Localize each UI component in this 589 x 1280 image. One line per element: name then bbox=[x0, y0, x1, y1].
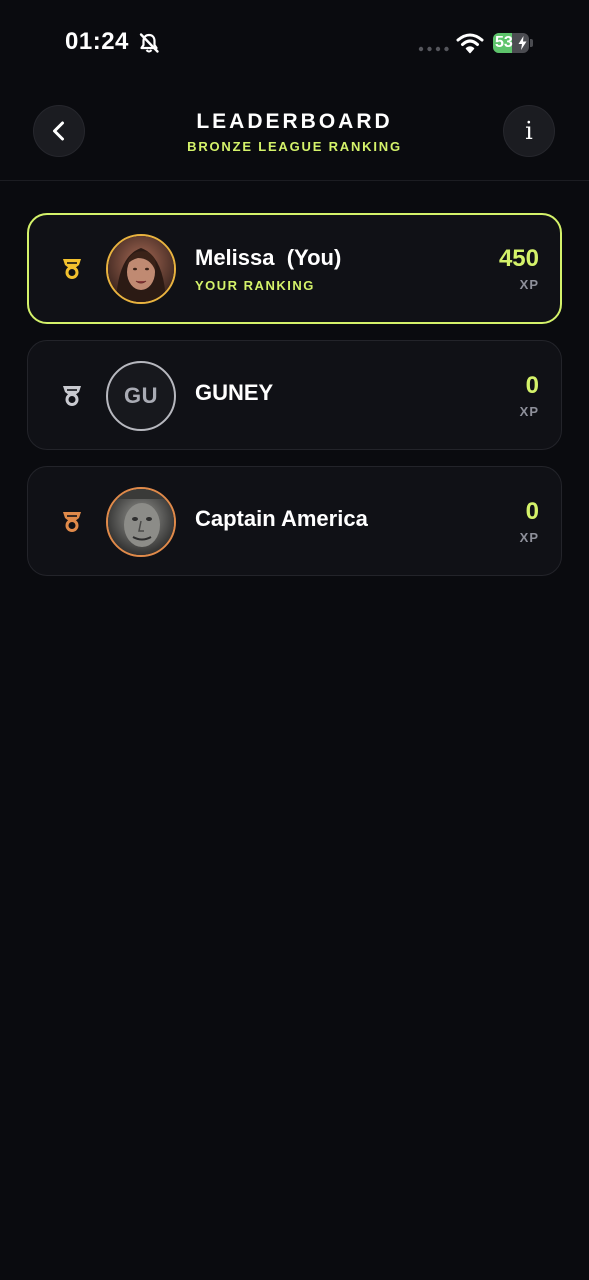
leaderboard-row[interactable]: GU GUNEY 0 XP bbox=[27, 340, 562, 450]
xp-unit: XP bbox=[519, 530, 539, 545]
header: LEADERBOARD BRONZE LEAGUE RANKING i bbox=[0, 88, 589, 181]
your-ranking-label: YOUR RANKING bbox=[195, 278, 315, 293]
xp-unit: XP bbox=[519, 277, 539, 292]
medal-icon bbox=[63, 259, 81, 279]
battery-charging-icon bbox=[518, 36, 527, 50]
status-time: 01:24 bbox=[65, 28, 129, 55]
avatar-initials: GU bbox=[124, 383, 158, 408]
avatar bbox=[106, 487, 176, 557]
player-name: Melissa (You) bbox=[195, 245, 342, 270]
battery-cap bbox=[530, 39, 533, 47]
leaderboard-row-you[interactable]: Melissa (You) YOUR RANKING 450 XP bbox=[27, 213, 562, 324]
xp-value: 0 bbox=[525, 372, 539, 399]
xp-value: 450 bbox=[498, 245, 539, 272]
xp-unit: XP bbox=[519, 404, 539, 419]
wifi-icon bbox=[456, 33, 484, 54]
battery-indicator: 53 bbox=[493, 33, 529, 53]
status-bar: 01:24 53 bbox=[0, 0, 589, 88]
battery-percent: 53 bbox=[495, 34, 513, 51]
page-subtitle: BRONZE LEAGUE RANKING bbox=[187, 139, 402, 154]
medal-icon bbox=[63, 386, 81, 406]
bell-slash-icon bbox=[139, 33, 159, 53]
player-name: GUNEY bbox=[195, 380, 274, 405]
avatar bbox=[106, 234, 176, 304]
leaderboard-row[interactable]: Captain America 0 XP bbox=[27, 466, 562, 576]
medal-icon bbox=[63, 512, 81, 532]
info-icon: i bbox=[525, 117, 533, 145]
info-button[interactable]: i bbox=[503, 105, 555, 157]
avatar: GU bbox=[106, 361, 176, 431]
page-title: LEADERBOARD bbox=[196, 110, 393, 133]
xp-value: 0 bbox=[525, 498, 539, 525]
signal-icon bbox=[418, 46, 449, 52]
player-name: Captain America bbox=[195, 506, 368, 531]
